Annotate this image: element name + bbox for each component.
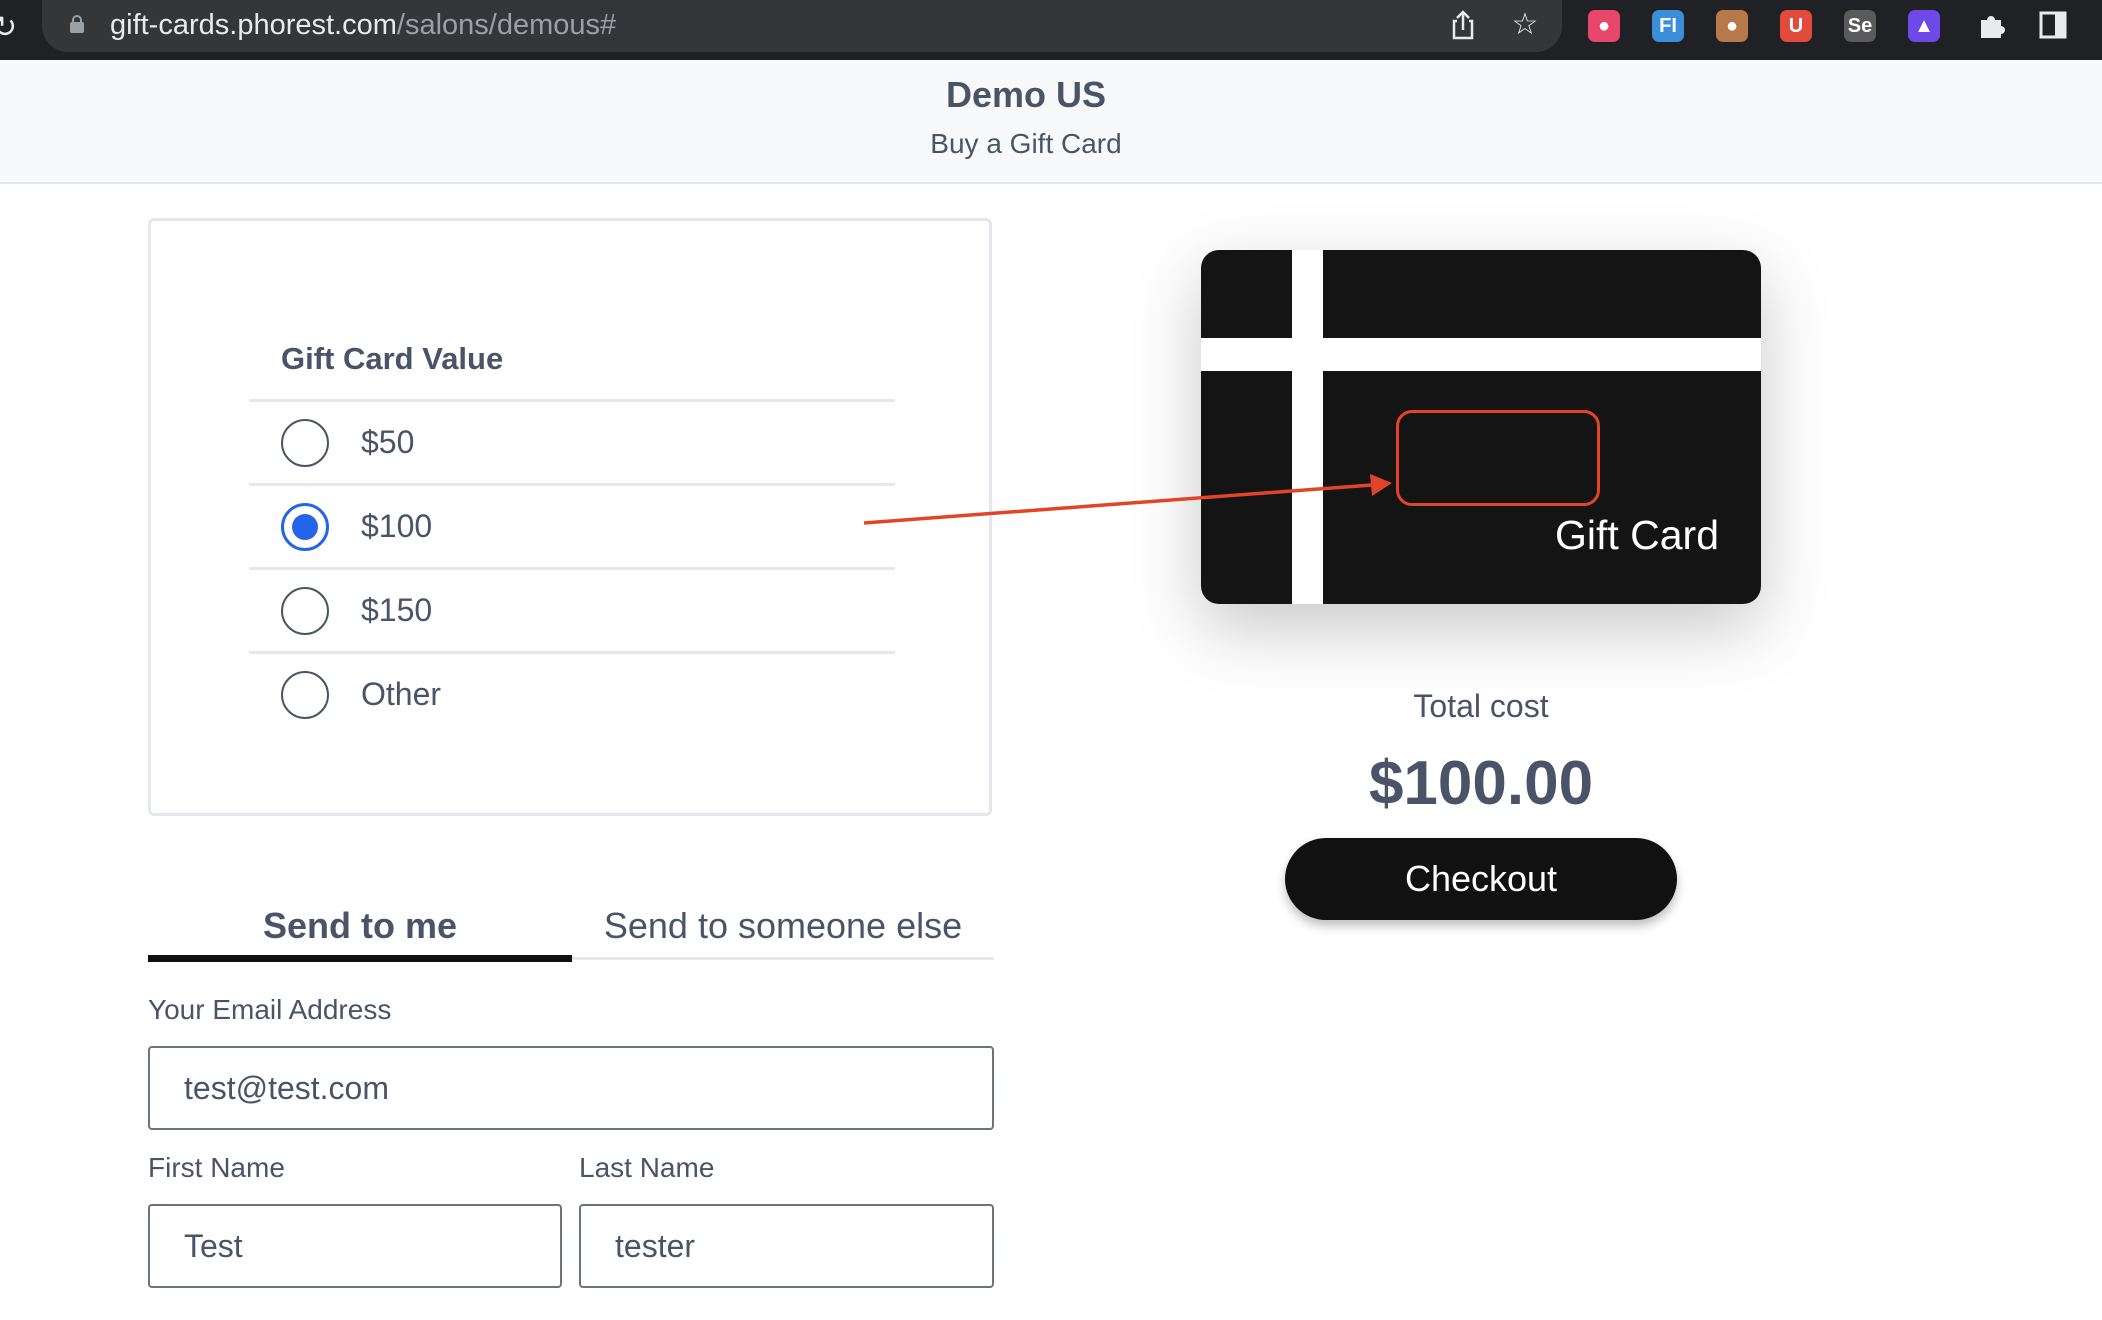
radio-button[interactable] — [281, 419, 329, 467]
salon-name: Demo US — [945, 74, 1107, 115]
url-text[interactable]: gift-cards.phorest.com/salons/demous# — [110, 8, 616, 42]
cookie-icon[interactable]: ● — [1716, 10, 1748, 42]
selenium-icon[interactable]: Se — [1844, 10, 1876, 42]
share-icon[interactable] — [1446, 8, 1480, 42]
email-field[interactable]: test@test.com — [148, 1046, 994, 1130]
fi-icon[interactable]: FI — [1652, 10, 1684, 42]
last-name-label: Last Name — [579, 1152, 715, 1183]
value-option-100[interactable]: $100 — [249, 483, 895, 567]
annotation-highlight-box — [1396, 410, 1600, 506]
tab-send-to-me[interactable]: Send to me — [148, 896, 572, 962]
value-option-150[interactable]: $150 — [249, 567, 895, 651]
email-label: Your Email Address — [148, 994, 392, 1025]
address-bar[interactable]: gift-cards.phorest.com/salons/demous# ☆ — [42, 0, 1562, 52]
recipient-tabs: Send to me Send to someone else — [148, 896, 994, 962]
radio-button-selected[interactable] — [281, 503, 329, 551]
gift-card-text: Gift Card — [1554, 512, 1719, 558]
value-option-50[interactable]: $50 — [249, 399, 895, 483]
card-ribbon-vertical — [1292, 250, 1323, 604]
triangle-icon[interactable]: ▲ — [1908, 10, 1940, 42]
total-cost-value: $100.00 — [1368, 749, 1594, 818]
site-header: Demo US Buy a Gift Card — [0, 60, 2102, 184]
value-option-other[interactable]: Other — [249, 651, 895, 735]
bookmark-star-icon[interactable]: ☆ — [1508, 8, 1542, 42]
card-ribbon-horizontal — [1201, 338, 1761, 371]
first-name-label: First Name — [148, 1152, 285, 1183]
extensions-puzzle-icon[interactable] — [1974, 10, 2008, 44]
url-host: gift-cards.phorest.com — [110, 9, 397, 41]
tab-send-to-someone-else[interactable]: Send to someone else — [572, 896, 994, 960]
value-option-label: Other — [361, 676, 442, 712]
value-option-label: $50 — [361, 424, 415, 460]
value-option-label: $100 — [361, 508, 433, 544]
strawberry-icon[interactable]: ● — [1588, 10, 1620, 42]
first-name-field[interactable]: Test — [148, 1204, 562, 1288]
last-name-field[interactable]: tester — [579, 1204, 994, 1288]
page-subtitle: Buy a Gift Card — [930, 128, 1122, 159]
page: ↻ gift-cards.phorest.com/salons/demous# … — [0, 0, 2102, 1320]
magnet-icon[interactable]: U — [1780, 10, 1812, 42]
radio-button[interactable] — [281, 671, 329, 719]
checkout-button[interactable]: Checkout — [1285, 838, 1677, 920]
gift-value-panel: Gift Card Value $50 $100 $150 Other — [148, 218, 992, 816]
gift-value-title: Gift Card Value — [281, 341, 504, 376]
url-path: /salons/demous# — [396, 9, 617, 41]
lock-icon — [70, 15, 84, 33]
side-panel-icon[interactable] — [2036, 10, 2070, 44]
gift-value-options: $50 $100 $150 Other — [249, 399, 895, 735]
browser-toolbar: ↻ gift-cards.phorest.com/salons/demous# … — [0, 0, 2102, 60]
reload-icon[interactable]: ↻ — [0, 8, 17, 48]
value-option-label: $150 — [361, 592, 433, 628]
radio-button[interactable] — [281, 587, 329, 635]
total-cost-label: Total cost — [1413, 688, 1549, 724]
